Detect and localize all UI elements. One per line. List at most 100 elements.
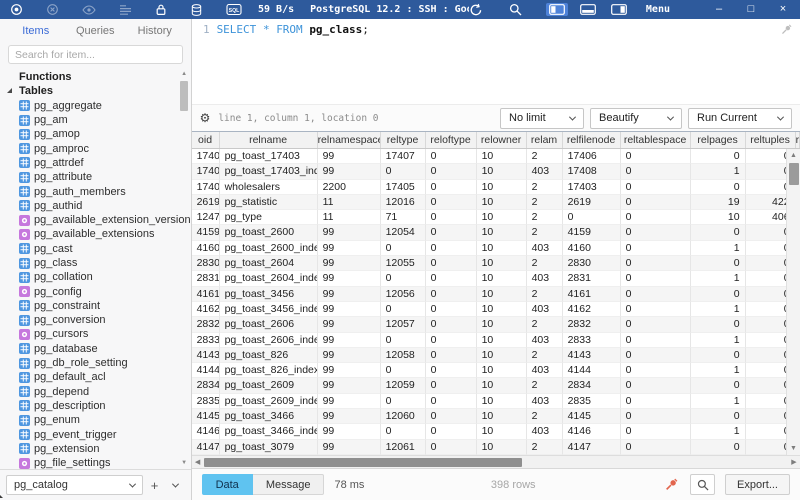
limit-select[interactable]: No limit (500, 107, 584, 129)
sidebar-item-pg_authid[interactable]: pg_authid (0, 199, 191, 213)
sidebar-item-pg_available_extensions[interactable]: pg_available_extensions (0, 227, 191, 241)
cell-relname[interactable]: pg_toast_2604 (219, 256, 318, 272)
cell-reltablespace[interactable]: 0 (620, 439, 691, 455)
cell-reltype[interactable]: 0 (380, 164, 426, 180)
cell-relpages[interactable]: 1 (690, 424, 746, 440)
grid-horizontal-scrollbar[interactable]: ◀ ▶ (191, 455, 800, 468)
cell-relfilenode[interactable]: 4161 (562, 286, 621, 302)
cell-relam[interactable]: 403 (526, 363, 563, 379)
cell-relpages[interactable]: 1 (690, 240, 746, 257)
cell-relfilenode[interactable]: 0 (562, 210, 621, 226)
cell-relpages[interactable]: 0 (690, 225, 746, 241)
cell-relnamespace[interactable]: 2200 (317, 179, 381, 195)
cell-relam[interactable]: 2 (526, 439, 563, 455)
sidebar-tab-history[interactable]: History (125, 25, 185, 37)
cell-reloftype[interactable]: 0 (425, 240, 477, 257)
sidebar-item-pg_conversion[interactable]: pg_conversion (0, 313, 191, 327)
cell-relfilenode[interactable]: 4146 (562, 424, 621, 440)
cell-relowner[interactable]: 10 (476, 409, 527, 425)
cell-relname[interactable]: pg_statistic (219, 194, 318, 211)
cell-oid[interactable]: 4147 (191, 439, 220, 455)
table-row[interactable]: 4147pg_toast_3079991206101024147000 (191, 439, 786, 455)
layout-left-panel-icon[interactable] (545, 3, 568, 16)
cell-relname[interactable]: pg_toast_3079 (219, 439, 318, 455)
cell-relnamespace[interactable]: 99 (317, 225, 381, 241)
cell-relowner[interactable]: 10 (476, 210, 527, 226)
cell-reltype[interactable]: 0 (380, 363, 426, 379)
cell-reloftype[interactable]: 0 (425, 194, 477, 211)
cell-relam[interactable]: 2 (526, 256, 563, 272)
cell-reltuples[interactable]: 0 (745, 378, 786, 394)
sidebar-item-pg_available_extension_version[interactable]: pg_available_extension_version (0, 213, 191, 227)
scroll-up-icon[interactable]: ▲ (790, 149, 797, 162)
cell-relpages[interactable]: 0 (690, 149, 746, 165)
column-header-reltype[interactable]: reltype (381, 132, 426, 148)
cell-relam[interactable]: 403 (526, 240, 563, 257)
cell-relnamespace[interactable]: 99 (317, 347, 381, 364)
cell-reltype[interactable]: 17407 (380, 149, 426, 165)
cell-relam[interactable]: 403 (526, 301, 563, 318)
sidebar-item-pg_depend[interactable]: pg_depend (0, 385, 191, 399)
cell-reloftype[interactable]: 0 (425, 225, 477, 241)
cell-relname[interactable]: pg_toast_826_index (219, 363, 318, 379)
sidebar-item-pg_cursors[interactable]: pg_cursors (0, 327, 191, 341)
cell-relfilenode[interactable]: 17408 (562, 164, 621, 180)
cell-reltype[interactable]: 0 (380, 332, 426, 348)
table-row[interactable]: 4159pg_toast_2600991205401024159000 (191, 225, 786, 241)
cell-reltuples[interactable]: 422 (745, 195, 786, 211)
layout-bottom-panel-icon[interactable] (577, 3, 599, 16)
cell-reltablespace[interactable]: 0 (620, 301, 691, 318)
search-results-button[interactable] (690, 474, 716, 495)
log-icon[interactable] (119, 2, 132, 17)
cell-reltype[interactable]: 71 (380, 210, 426, 226)
scroll-right-icon[interactable]: ▶ (788, 458, 800, 466)
sidebar-item-pg_collation[interactable]: pg_collation (0, 270, 191, 284)
cell-relowner[interactable]: 10 (476, 256, 527, 272)
cell-relpages[interactable]: 19 (690, 194, 746, 211)
table-row[interactable]: 4143pg_toast_826991205801024143000 (191, 347, 786, 364)
editor-settings-gear-icon[interactable]: ⚙ (200, 112, 211, 124)
cell-reloftype[interactable]: 0 (425, 393, 477, 410)
cell-relfilenode[interactable]: 2834 (562, 378, 621, 394)
result-tab-message[interactable]: Message (252, 474, 325, 495)
grid-hscroll-thumb[interactable] (203, 458, 522, 467)
scroll-down-icon[interactable]: ▼ (181, 459, 187, 467)
run-current-button[interactable]: Run Current (688, 107, 792, 129)
sidebar-item-pg_auth_members[interactable]: pg_auth_members (0, 184, 191, 198)
sidebar-search-input[interactable] (8, 45, 183, 64)
cell-reloftype[interactable]: 0 (425, 363, 477, 379)
sidebar-item-pg_config[interactable]: pg_config (0, 284, 191, 298)
cell-reloftype[interactable]: 0 (425, 164, 477, 180)
cell-reltype[interactable]: 17405 (380, 179, 426, 195)
cell-relowner[interactable]: 10 (476, 378, 527, 394)
cell-oid[interactable]: 2831 (191, 271, 220, 287)
cell-relpages[interactable]: 0 (690, 378, 746, 394)
table-row[interactable]: 4162pg_toast_3456_index9900104034162010 (191, 301, 786, 318)
table-row[interactable]: 2834pg_toast_2609991205901022834000 (191, 378, 786, 394)
sidebar-item-pg_event_trigger[interactable]: pg_event_trigger (0, 427, 191, 441)
cell-relfilenode[interactable]: 4162 (562, 301, 621, 318)
cell-relam[interactable]: 2 (526, 194, 563, 211)
cell-relpages[interactable]: 0 (690, 286, 746, 302)
cell-reltuples[interactable]: 0 (745, 302, 786, 318)
table-row[interactable]: 17403wholesalers220017405010217403000 (191, 179, 786, 195)
cell-relowner[interactable]: 10 (476, 240, 527, 257)
cell-reltype[interactable]: 0 (380, 393, 426, 410)
grid-vscroll-thumb[interactable] (788, 163, 799, 185)
cell-reloftype[interactable]: 0 (425, 286, 477, 302)
cell-relname[interactable]: pg_toast_2600_index (219, 240, 318, 257)
cell-relam[interactable]: 2 (526, 409, 563, 425)
cell-oid[interactable]: 2835 (191, 393, 220, 410)
cell-relname[interactable]: pg_toast_2604_index (219, 271, 318, 287)
cell-oid[interactable]: 4146 (191, 424, 220, 440)
cell-reltuples[interactable]: 0 (745, 287, 786, 302)
cell-reloftype[interactable]: 0 (425, 179, 477, 195)
cell-relname[interactable]: wholesalers (219, 179, 318, 195)
cell-relfilenode[interactable]: 4143 (562, 347, 621, 364)
cell-relnamespace[interactable]: 99 (317, 409, 381, 425)
sidebar-item-pg_aggregate[interactable]: pg_aggregate (0, 99, 191, 113)
cell-relam[interactable]: 2 (526, 225, 563, 241)
cell-reltuples[interactable]: 0 (745, 317, 786, 333)
cell-relname[interactable]: pg_toast_17403 (219, 149, 318, 165)
cell-relam[interactable]: 2 (526, 179, 563, 195)
